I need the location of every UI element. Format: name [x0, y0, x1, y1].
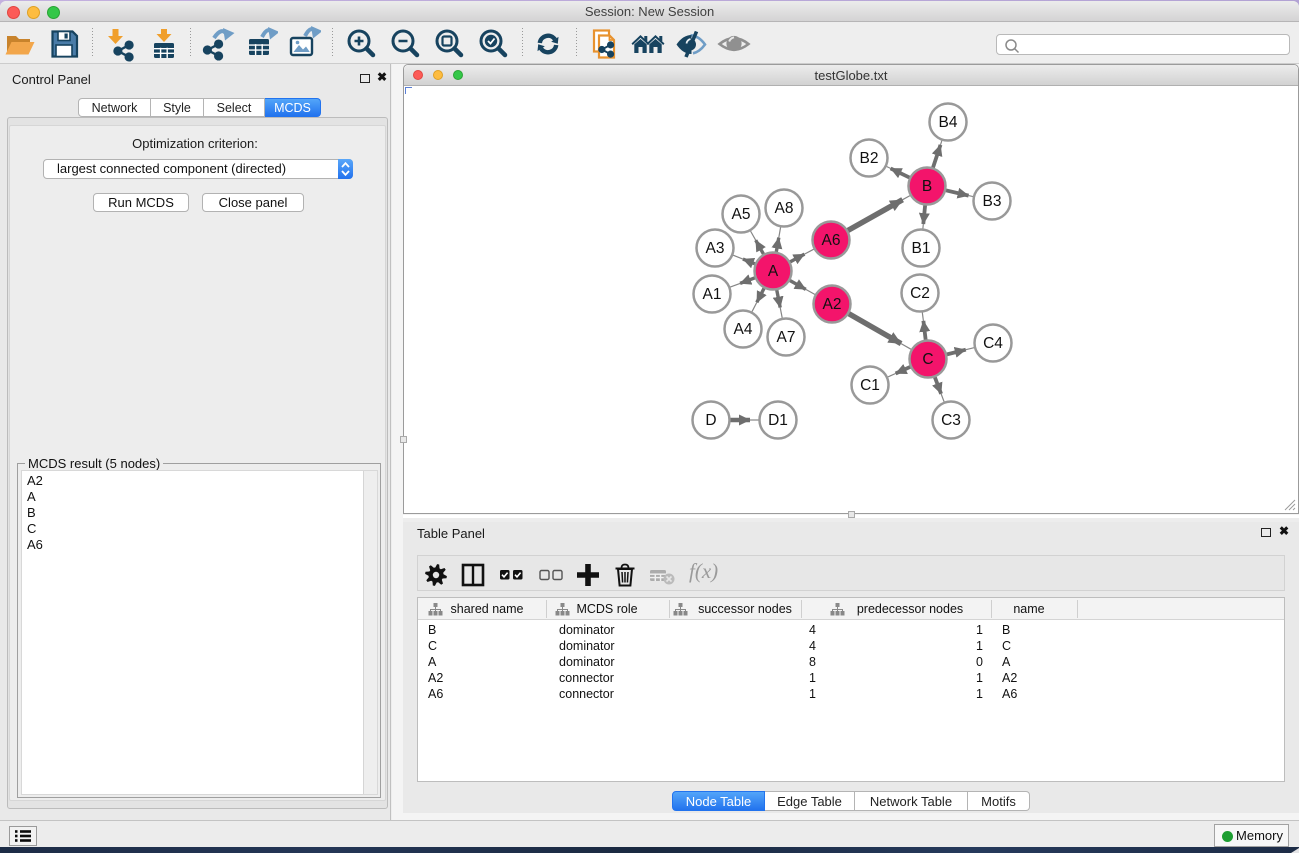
svg-text:A1: A1 — [703, 286, 722, 303]
svg-text:B2: B2 — [860, 150, 879, 167]
svg-text:A8: A8 — [775, 200, 794, 217]
svg-text:B4: B4 — [939, 114, 958, 131]
svg-text:B3: B3 — [983, 193, 1002, 210]
svg-text:C: C — [922, 351, 933, 368]
svg-text:A3: A3 — [706, 240, 725, 257]
svg-text:C2: C2 — [910, 285, 930, 302]
svg-text:C4: C4 — [983, 335, 1003, 352]
svg-text:A: A — [768, 263, 779, 280]
svg-text:B: B — [922, 178, 932, 195]
svg-text:A5: A5 — [732, 206, 751, 223]
svg-text:D: D — [705, 412, 716, 429]
svg-text:D1: D1 — [768, 412, 788, 429]
svg-text:A6: A6 — [822, 232, 841, 249]
svg-text:C3: C3 — [941, 412, 961, 429]
svg-text:A2: A2 — [823, 296, 842, 313]
svg-text:C1: C1 — [860, 377, 880, 394]
svg-text:A7: A7 — [777, 329, 796, 346]
svg-text:B1: B1 — [912, 240, 931, 257]
svg-text:A4: A4 — [734, 321, 753, 338]
